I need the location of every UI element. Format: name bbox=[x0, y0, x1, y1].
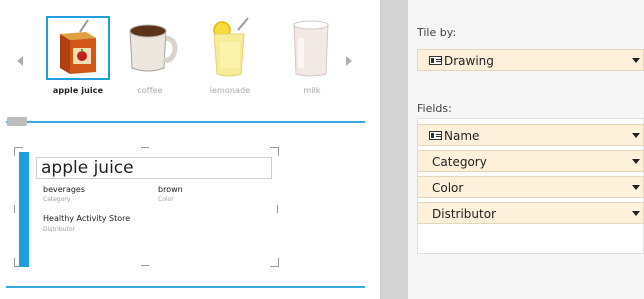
field-dropdown-color[interactable]: Color bbox=[417, 176, 644, 198]
selection-corner bbox=[270, 147, 279, 156]
field-value: Category bbox=[432, 155, 487, 169]
lemonade-glass-icon bbox=[198, 16, 262, 80]
form-bottom-rule bbox=[6, 286, 365, 288]
tile-by-value: Drawing bbox=[444, 54, 494, 68]
selection-handle[interactable] bbox=[141, 265, 149, 266]
color-value: brown bbox=[158, 185, 183, 194]
field-dropdown-category[interactable]: Category bbox=[417, 150, 644, 172]
distributor-label: Distributor bbox=[43, 226, 76, 233]
tile-label: lemonade bbox=[209, 86, 251, 95]
scroll-left-arrow-icon[interactable] bbox=[17, 56, 23, 66]
selection-handle[interactable] bbox=[141, 147, 149, 148]
tile-milk[interactable]: milk bbox=[280, 16, 344, 95]
field-value: Distributor bbox=[432, 207, 497, 221]
chevron-down-icon[interactable] bbox=[632, 159, 640, 164]
category-label: Category bbox=[43, 196, 71, 203]
milk-glass-icon bbox=[280, 16, 344, 80]
tile-apple-juice[interactable]: apple juice bbox=[46, 16, 110, 95]
chevron-down-icon[interactable] bbox=[632, 211, 640, 216]
selection-handle[interactable] bbox=[277, 205, 278, 213]
juice-box-icon bbox=[46, 16, 110, 80]
distributor-value: Healthy Activity Store bbox=[43, 214, 131, 223]
scroll-right-arrow-icon[interactable] bbox=[346, 56, 352, 66]
tile-by-label: Tile by: bbox=[417, 26, 457, 39]
chevron-down-icon[interactable] bbox=[632, 185, 640, 190]
name-value[interactable]: apple juice bbox=[41, 158, 134, 178]
tile-by-dropdown[interactable]: Drawing bbox=[417, 49, 644, 71]
field-dropdown-name[interactable]: Name bbox=[417, 124, 644, 146]
tile-coffee[interactable]: coffee bbox=[118, 16, 182, 95]
form-field-icon bbox=[429, 56, 442, 65]
field-dropdown-distributor[interactable]: Distributor bbox=[417, 202, 644, 224]
pane-divider[interactable] bbox=[380, 0, 408, 299]
chevron-down-icon[interactable] bbox=[632, 58, 640, 63]
tile-lemonade[interactable]: lemonade bbox=[198, 16, 262, 95]
category-value: beverages bbox=[43, 185, 86, 194]
tile-label: coffee bbox=[137, 86, 163, 95]
slider-track bbox=[6, 121, 365, 123]
slider-thumb[interactable] bbox=[7, 117, 27, 126]
coffee-cup-icon bbox=[118, 16, 182, 80]
form-field-icon bbox=[429, 131, 442, 140]
tile-label: apple juice bbox=[52, 86, 104, 95]
selection-corner bbox=[270, 258, 279, 267]
field-value: Color bbox=[432, 181, 464, 195]
fields-label: Fields: bbox=[417, 102, 452, 115]
chevron-down-icon[interactable] bbox=[632, 133, 640, 138]
color-label: Color bbox=[158, 196, 174, 203]
field-value: Name bbox=[444, 129, 480, 143]
form-accent-bar bbox=[19, 152, 29, 267]
tile-label: milk bbox=[303, 86, 321, 95]
selection-handle[interactable] bbox=[14, 205, 15, 213]
